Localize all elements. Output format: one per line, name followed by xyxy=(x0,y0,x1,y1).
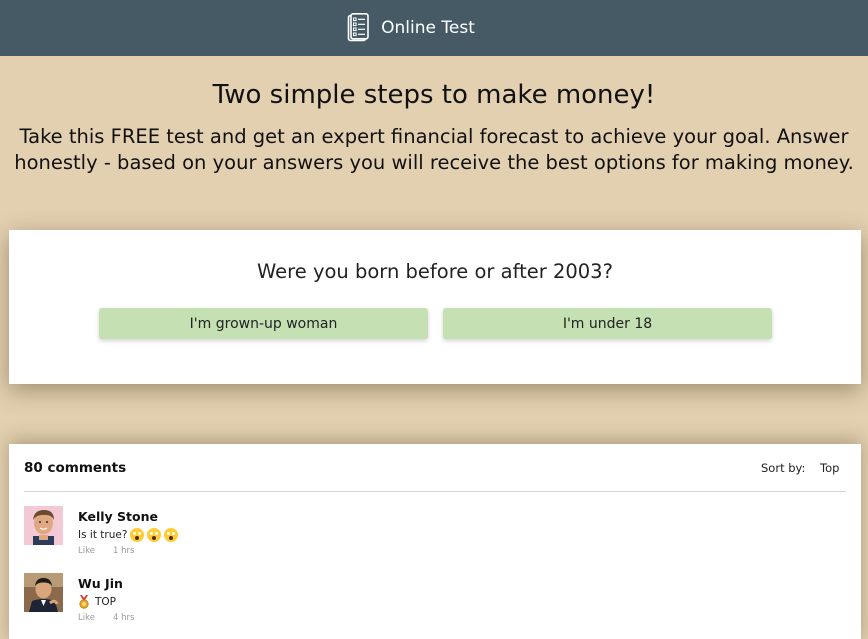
comment-item: Kelly Stone Is it true? Like 1 hrs xyxy=(24,506,846,566)
comment-meta: Like 4 hrs xyxy=(78,613,134,623)
comments-divider xyxy=(24,491,846,492)
comment-author[interactable]: Kelly Stone xyxy=(78,509,158,524)
screaming-face-emoji-icon xyxy=(130,528,145,542)
comment-item: Wu Jin TOP Like 4 hrs xyxy=(24,573,846,633)
screaming-face-emoji-icon xyxy=(147,528,162,542)
medal-emoji-icon xyxy=(78,595,90,609)
comment-time: 1 hrs xyxy=(112,546,135,556)
like-link[interactable]: Like xyxy=(78,613,95,623)
page-headline: Two simple steps to make money! xyxy=(212,80,656,110)
screaming-face-emoji-icon xyxy=(164,528,179,542)
comments-section: 80 comments Sort by: Top Kelly Stone Is … xyxy=(9,444,861,639)
like-link[interactable]: Like xyxy=(78,546,95,556)
avatar xyxy=(24,573,63,612)
comment-text: Is it true? xyxy=(78,529,128,541)
answer-under-18-button[interactable]: I'm under 18 xyxy=(443,308,772,339)
brand-title: Online Test xyxy=(381,18,475,38)
sort-label: Sort by: xyxy=(761,461,806,475)
comment-text-row: TOP xyxy=(78,595,116,609)
comment-text: TOP xyxy=(95,596,117,608)
top-bar: Online Test xyxy=(0,0,868,56)
avatar xyxy=(24,506,63,545)
comments-count: 80 comments xyxy=(24,460,127,476)
sort-top-link[interactable]: Top xyxy=(820,461,839,475)
comment-author[interactable]: Wu Jin xyxy=(78,576,123,591)
question-text: Were you born before or after 2003? xyxy=(257,260,613,283)
answer-grown-up-button[interactable]: I'm grown-up woman xyxy=(99,308,428,339)
question-card: Were you born before or after 2003? I'm … xyxy=(9,230,861,384)
comment-meta: Like 1 hrs xyxy=(78,546,134,556)
survey-clipboard-icon xyxy=(347,13,369,43)
comment-time: 4 hrs xyxy=(112,613,135,623)
comment-text-row: Is it true? xyxy=(78,528,179,542)
page-subhead: Take this FREE test and get an expert fi… xyxy=(14,125,854,174)
